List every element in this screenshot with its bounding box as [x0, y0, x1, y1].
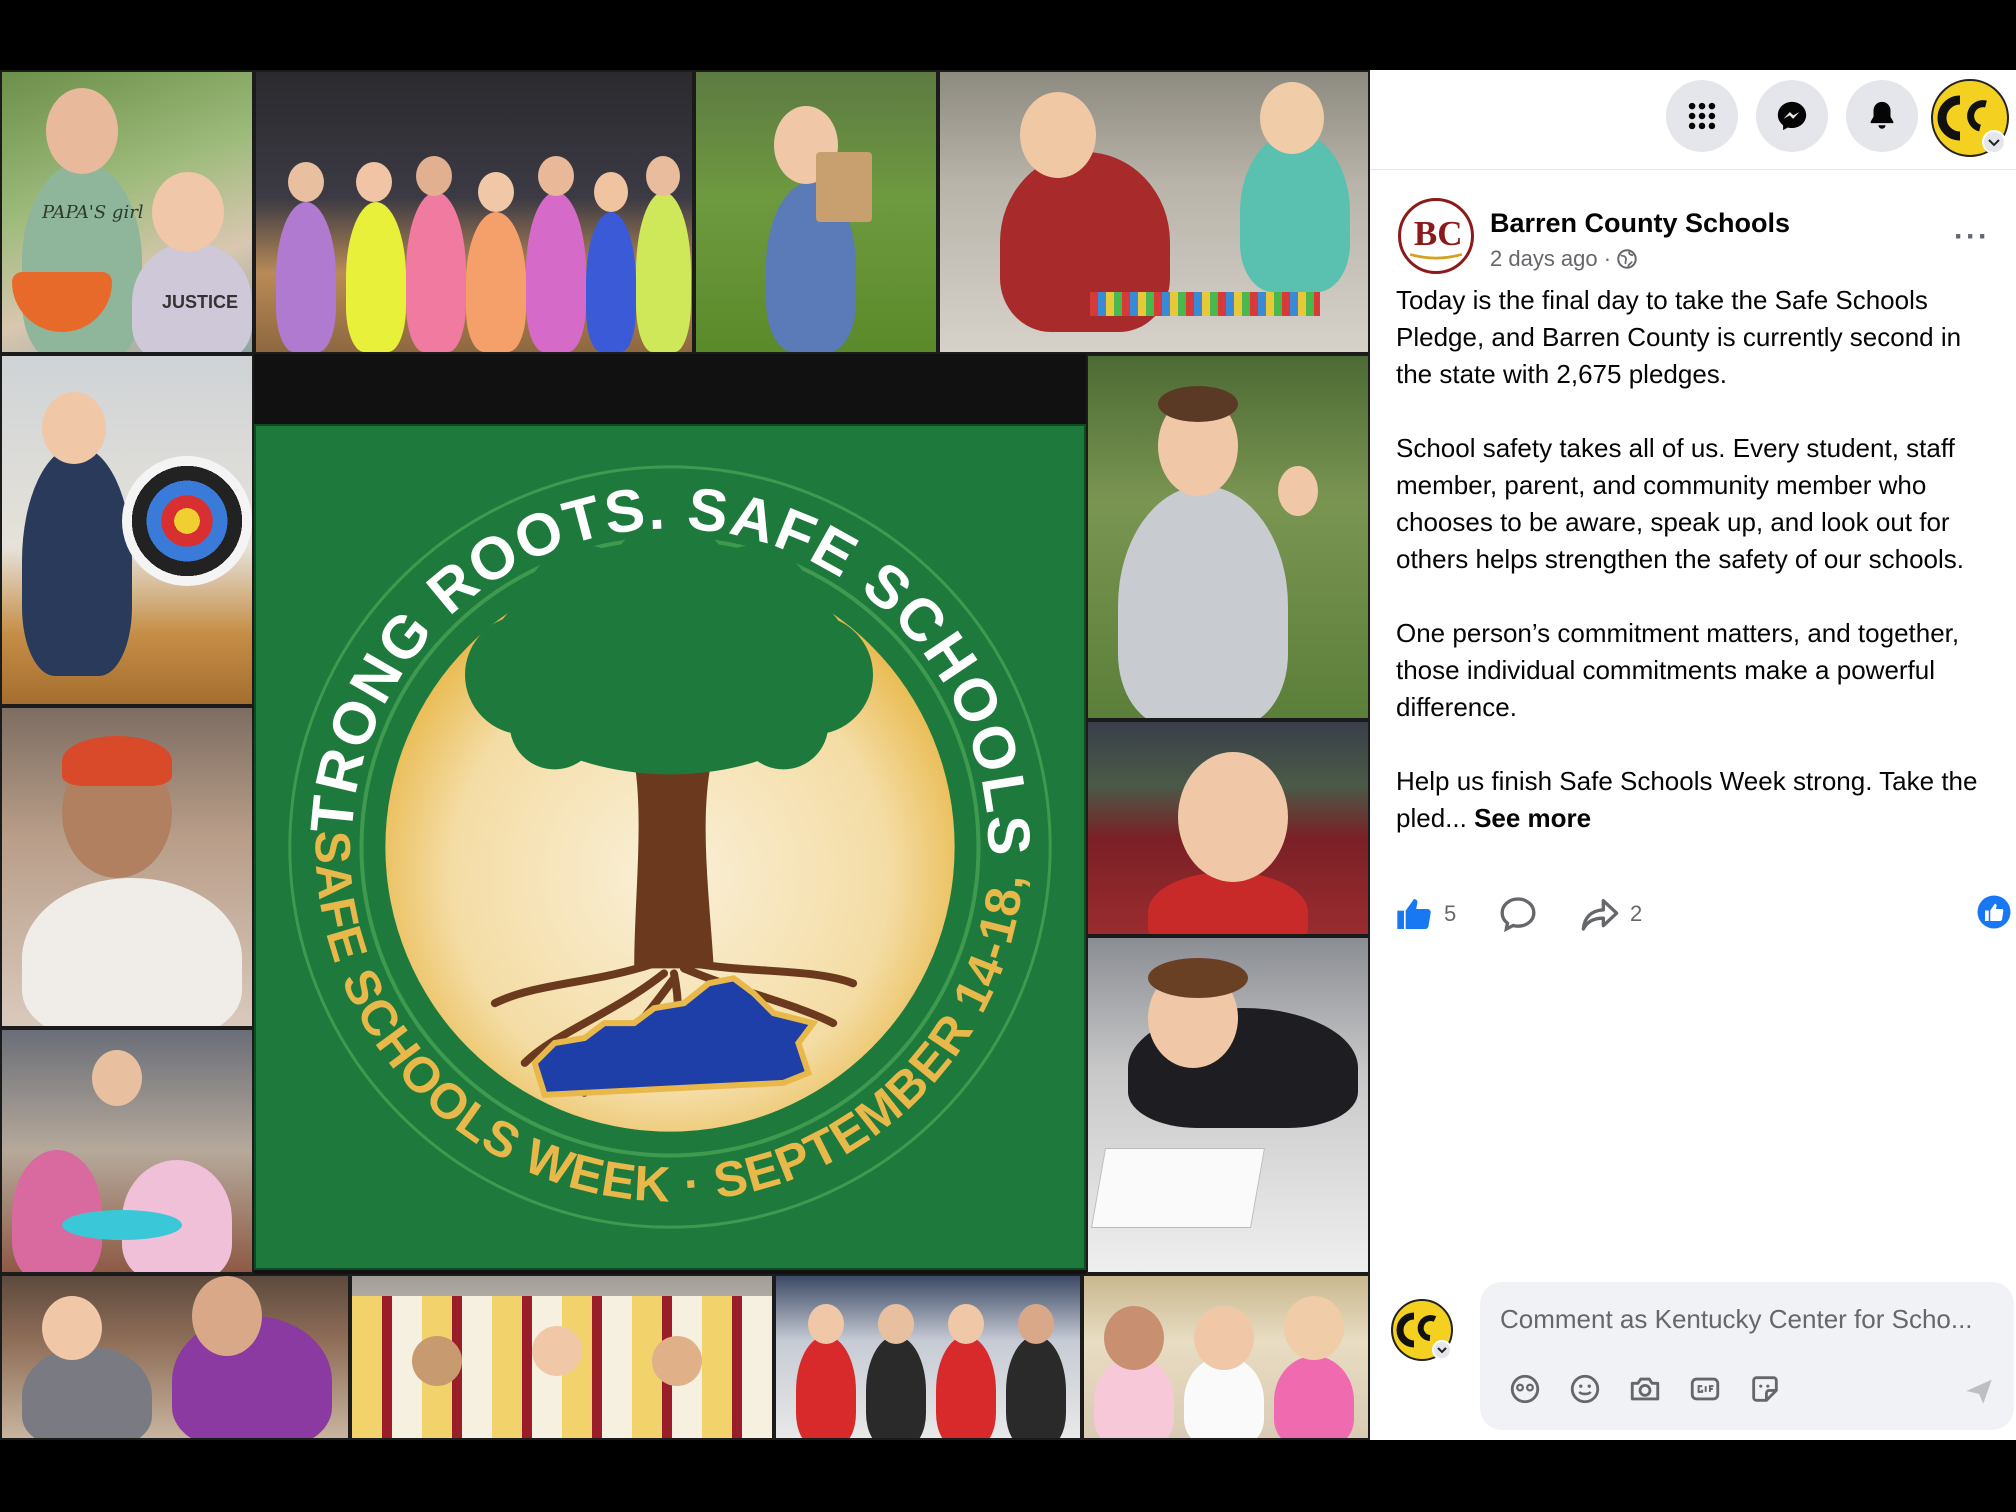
like-reaction-icon: [1977, 895, 2011, 929]
avatar-sticker-icon[interactable]: [1508, 1372, 1542, 1406]
comment-bubble-icon: [1500, 897, 1536, 933]
post-timestamp[interactable]: 2 days ago ·: [1490, 246, 1637, 272]
send-icon[interactable]: [1962, 1374, 1996, 1408]
comment-input[interactable]: Comment as Kentucky Center for Scho...: [1480, 1282, 2014, 1430]
profile-avatar[interactable]: [1930, 78, 2010, 158]
bc-logo-icon: BC: [1409, 214, 1463, 260]
avatar-letters: BC: [1414, 214, 1463, 253]
post-paragraph: School safety takes all of us. Every stu…: [1396, 433, 1965, 574]
commenter-avatar[interactable]: [1390, 1298, 1454, 1362]
menu-grid-button[interactable]: [1666, 80, 1738, 152]
gif-icon[interactable]: [1688, 1372, 1722, 1406]
post-image-collage[interactable]: PAPA'S girl JUSTICE TRONG ROOTS. SAFE SC…: [0, 70, 1370, 1440]
photo-girl-writing: [1086, 936, 1370, 1274]
emoji-icon[interactable]: [1568, 1372, 1602, 1406]
globe-icon: [1617, 249, 1637, 269]
comment-button[interactable]: [1498, 894, 1538, 934]
post-actions-bar: 5 2: [1394, 894, 2011, 950]
photo-girls-with-bowl: PAPA'S girl JUSTICE: [0, 70, 254, 354]
share-count: 2: [1630, 901, 1643, 926]
photo-smiling-student: [0, 706, 254, 1028]
page-avatar[interactable]: BC: [1398, 198, 1474, 274]
photo-boy-with-teacher: [0, 1274, 350, 1440]
post-options-button[interactable]: ···: [1954, 220, 1990, 254]
like-button[interactable]: 5: [1394, 894, 1456, 934]
page-name-link[interactable]: Barren County Schools: [1490, 208, 1790, 239]
post-time-text: 2 days ago ·: [1490, 246, 1612, 271]
facebook-post-panel: BC Barren County Schools 2 days ago · ··…: [1370, 70, 2016, 1440]
photo-team-huddle: [350, 1274, 774, 1440]
messenger-button[interactable]: [1756, 80, 1828, 152]
sticker-icon[interactable]: [1748, 1372, 1782, 1406]
safe-schools-logo: STRONG ROOTS. SAFE SCHOOLS. KY SAFE SCHO…: [254, 424, 1086, 1270]
photo-classroom-table: [0, 1028, 254, 1274]
camera-icon[interactable]: [1628, 1372, 1662, 1406]
share-arrow-icon: [1581, 899, 1619, 931]
safe-schools-emblem: STRONG ROOTS. SAFE SCHOOLS. KY SAFE SCHO…: [256, 426, 1052, 1229]
post-paragraph: Today is the final day to take the Safe …: [1396, 285, 1962, 389]
post-header: BC Barren County Schools 2 days ago · ··…: [1398, 198, 1998, 288]
see-more-link[interactable]: See more: [1474, 803, 1591, 833]
post-paragraph: One person’s commitment matters, and tog…: [1396, 618, 1960, 722]
notifications-bell-icon: [1870, 101, 1894, 129]
commenter-avatar-icon: [1391, 1299, 1453, 1361]
reaction-like-badge[interactable]: [1976, 894, 2012, 930]
tshirt-text: PAPA'S girl: [42, 202, 144, 223]
photo-kids-stage: [254, 70, 694, 354]
photo-boy-thumbs-up: [1086, 354, 1370, 720]
share-button[interactable]: 2: [1580, 894, 1642, 934]
thumbs-up-icon: [1397, 899, 1431, 929]
post-paragraph: Help us finish Safe Schools Week strong.…: [1396, 763, 1996, 837]
profile-avatar-icon: [1931, 79, 2009, 157]
top-navigation-bar: [1370, 70, 2016, 170]
comment-composer: Comment as Kentucky Center for Scho...: [1390, 1282, 2014, 1430]
menu-grid-icon: [1688, 102, 1716, 130]
like-count: 5: [1444, 901, 1457, 926]
tshirt-text: JUSTICE: [162, 292, 239, 312]
comment-placeholder: Comment as Kentucky Center for Scho...: [1500, 1304, 1973, 1334]
messenger-icon: [1777, 101, 1807, 131]
post-text: Today is the final day to take the Safe …: [1396, 282, 1996, 874]
photo-boys-dominoes: [938, 70, 1370, 354]
photo-three-girls: [1082, 1274, 1370, 1440]
photo-students-red-shirts: [774, 1274, 1082, 1440]
photo-girl-with-box: [694, 70, 938, 354]
notifications-button[interactable]: [1846, 80, 1918, 152]
photo-smiling-boy: [1086, 720, 1370, 936]
photo-archery-girl: [0, 354, 254, 706]
